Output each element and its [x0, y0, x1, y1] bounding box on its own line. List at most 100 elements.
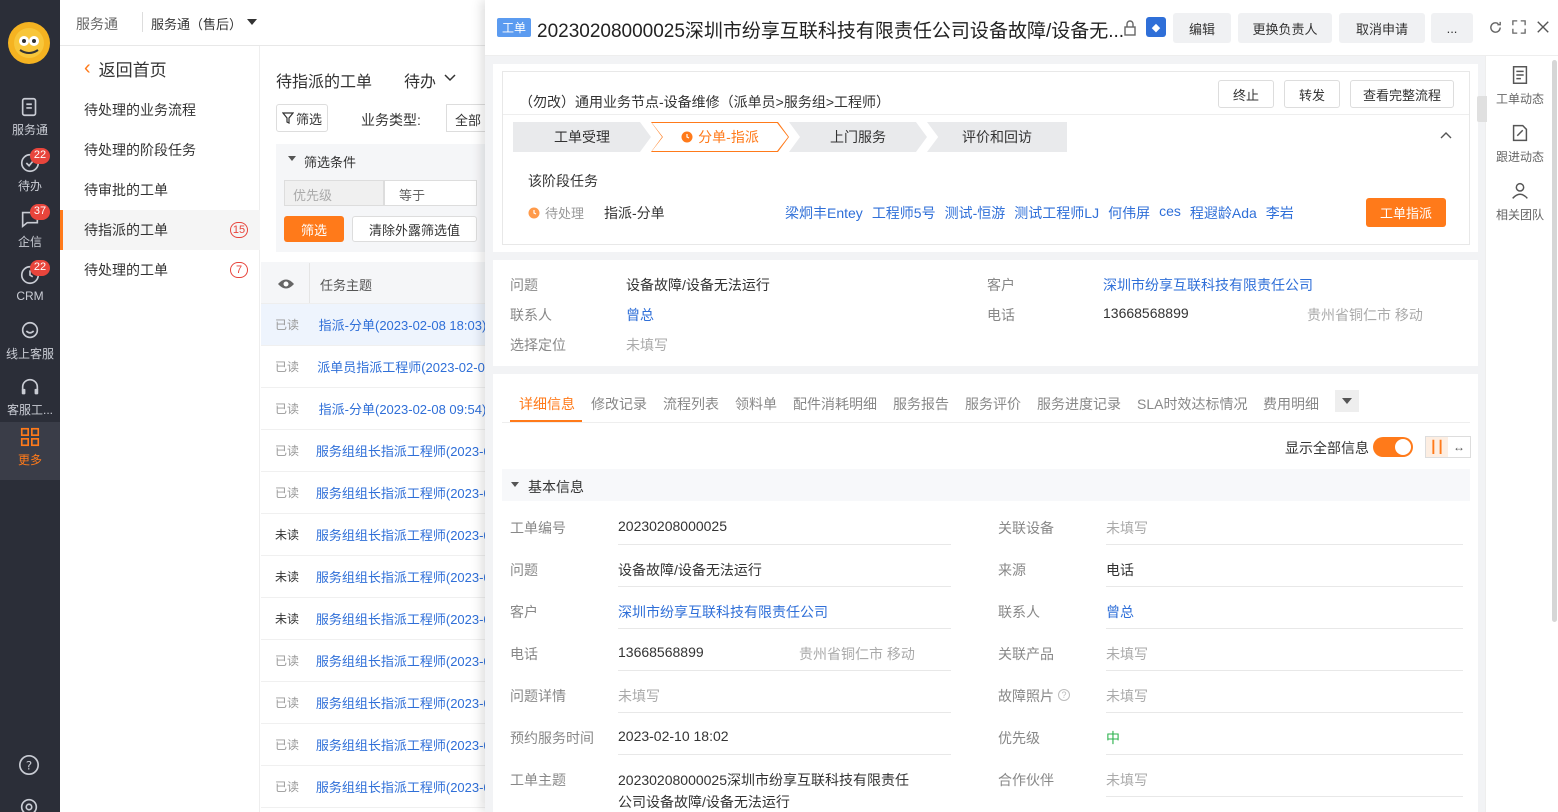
task-subject-link[interactable]: 服务组组长指派工程师(2023-02 — [316, 567, 485, 586]
assignee-link[interactable]: 梁炯丰Entey — [785, 203, 863, 223]
location-value[interactable]: 未填写 — [626, 335, 668, 355]
source-value[interactable]: 电话 — [1106, 560, 1134, 580]
filter-button[interactable]: 筛选 — [276, 104, 328, 132]
chevron-down-icon[interactable] — [444, 74, 456, 82]
nav-crm[interactable]: CRM 22 — [0, 260, 60, 316]
task-subject-link[interactable]: 指派-分单(2023-02-08 18:03) — [319, 315, 485, 334]
related-team-tool[interactable]: 相关团队 — [1485, 180, 1555, 223]
terminate-button[interactable]: 终止 — [1218, 80, 1274, 108]
nav-service[interactable]: 服务通 — [0, 92, 60, 148]
step-dispatch-active[interactable]: 分单-指派 — [651, 122, 789, 152]
task-subject-link[interactable]: 指派-分单(2023-02-08 09:54) — [319, 399, 485, 418]
device-value[interactable]: 未填写 — [1106, 518, 1148, 538]
problem-detail-value[interactable]: 未填写 — [618, 686, 660, 706]
workorder-activity-tool[interactable]: 工单动态 — [1485, 64, 1555, 107]
task-subject-link[interactable]: 服务组组长指派工程师(2023-02 — [316, 609, 485, 628]
subject-value-line1[interactable]: 20230208000025深圳市纷享互联科技有限责任 — [618, 770, 909, 790]
partner-value[interactable]: 未填写 — [1106, 770, 1148, 790]
menu-pending-approval[interactable]: 待审批的工单 — [60, 170, 260, 210]
task-subject-link[interactable]: 服务组组长指派工程师(2023-01 — [316, 735, 485, 754]
customer-link[interactable]: 深圳市纷享互联科技有限责任公司 — [618, 602, 828, 622]
edit-button[interactable]: 编辑 — [1173, 13, 1231, 43]
tag-icon[interactable]: ◆ — [1146, 17, 1166, 37]
problem-value[interactable]: 设备故障/设备无法运行 — [618, 560, 762, 580]
photo-value[interactable]: 未填写 — [1106, 686, 1148, 706]
tab-5[interactable]: 服务报告 — [893, 394, 949, 414]
task-subject-link[interactable]: 服务组组长指派工程师(2023-02 — [316, 525, 485, 544]
tab-1[interactable]: 修改记录 — [591, 394, 647, 414]
back-home-link[interactable]: ‹ 返回首页 — [84, 56, 167, 81]
expand-icon[interactable] — [1512, 20, 1526, 34]
tab-3[interactable]: 领料单 — [735, 394, 777, 414]
assignee-link[interactable]: 测试-恒游 — [945, 203, 1006, 223]
change-owner-button[interactable]: 更换负责人 — [1238, 13, 1332, 43]
lock-icon[interactable] — [1122, 20, 1138, 36]
task-subject-link[interactable]: 服务组组长指派工程师(2023-01 — [316, 693, 485, 712]
section-header[interactable]: 基本信息 — [502, 469, 1470, 501]
view-select[interactable]: 待办 — [404, 68, 436, 92]
assignee-link[interactable]: 程遐龄Ada — [1190, 203, 1257, 223]
nav-chat[interactable]: 企信 37 — [0, 204, 60, 260]
help-icon[interactable]: ? — [18, 754, 40, 776]
subject-value-line2[interactable]: 公司设备故障/设备无法运行 — [618, 792, 790, 812]
tab-4[interactable]: 配件消耗明细 — [793, 394, 877, 414]
assignee-link[interactable]: 何伟屏 — [1108, 203, 1150, 223]
task-subject-link[interactable]: 服务组组长指派工程师(2023-02 — [316, 483, 485, 502]
tab-9[interactable]: 费用明细 — [1263, 394, 1319, 414]
view-full-flow-button[interactable]: 查看完整流程 — [1350, 80, 1454, 108]
nav-online-service[interactable]: 线上客服 — [0, 316, 60, 372]
table-row[interactable]: 未读 服务组组长指派工程师(2023-02 — [261, 598, 485, 640]
phone-value[interactable]: 13668568899 — [1103, 305, 1189, 321]
operator-select[interactable]: 等于 — [384, 180, 477, 206]
table-row[interactable]: 已读 服务组组长指派工程师(2023-01 — [261, 724, 485, 766]
apply-filter-button[interactable]: 筛选 — [284, 216, 344, 242]
app-logo[interactable] — [8, 22, 50, 64]
caret-down-icon[interactable] — [288, 156, 296, 161]
task-subject-link[interactable]: 服务组组长指派工程师(2023-01 — [316, 777, 485, 796]
assign-workorder-button[interactable]: 工单指派 — [1366, 198, 1446, 227]
close-icon[interactable] — [1536, 20, 1550, 34]
tab-0[interactable]: 详细信息 — [519, 394, 575, 414]
nav-cs-workbench[interactable]: 客服工... — [0, 372, 60, 428]
contact-link[interactable]: 曾总 — [1106, 602, 1134, 622]
menu-pending-workorder[interactable]: 待处理的工单 7 — [60, 250, 260, 290]
refresh-icon[interactable] — [1488, 20, 1503, 35]
help-icon[interactable]: ? — [1058, 689, 1070, 701]
table-row[interactable]: 未读 服务组组长指派工程师(2023-02 — [261, 514, 485, 556]
show-all-toggle[interactable] — [1373, 437, 1413, 457]
column-layout-icon[interactable]: ┃┃ — [1426, 437, 1448, 457]
tab-8[interactable]: SLA时效达标情况 — [1137, 394, 1247, 414]
forward-button[interactable]: 转发 — [1284, 80, 1340, 108]
table-row[interactable]: 已读 指派-分单(2023-02-08 18:03) — [261, 304, 485, 346]
tabs-more-dropdown[interactable] — [1335, 390, 1359, 412]
settings-icon[interactable] — [18, 796, 40, 812]
chevron-up-icon[interactable] — [1440, 132, 1452, 142]
phone-value[interactable]: 13668568899 — [618, 644, 704, 660]
tab-6[interactable]: 服务评价 — [965, 394, 1021, 414]
width-layout-icon[interactable]: ↔ — [1448, 437, 1470, 457]
field-select[interactable]: 优先级 — [284, 180, 384, 206]
layout-switch[interactable]: ┃┃ ↔ — [1425, 436, 1471, 458]
assignee-link[interactable]: 工程师5号 — [872, 203, 936, 223]
task-subject-link[interactable]: 服务组组长指派工程师(2023-02 — [316, 651, 485, 670]
table-row[interactable]: 已读 指派-分单(2023-02-08 09:54) — [261, 388, 485, 430]
table-row[interactable]: 已读 派单员指派工程师(2023-02-08 — [261, 346, 485, 388]
tab-2[interactable]: 流程列表 — [663, 394, 719, 414]
table-row[interactable]: 已读 服务组组长指派工程师(2023-02 — [261, 430, 485, 472]
eye-icon[interactable] — [277, 278, 295, 290]
priority-value[interactable]: 中 — [1106, 728, 1120, 748]
table-row[interactable]: 已读 服务组组长指派工程师(2023-02 — [261, 640, 485, 682]
task-subject-link[interactable]: 派单员指派工程师(2023-02-08 — [317, 357, 485, 376]
followup-activity-tool[interactable]: 跟进动态 — [1485, 122, 1555, 165]
table-row[interactable]: 已读 服务组组长指派工程师(2023-02 — [261, 472, 485, 514]
assignee-link[interactable]: 测试工程师LJ — [1014, 203, 1099, 223]
assignee-link[interactable]: 李岩 — [1266, 203, 1294, 223]
step-review[interactable]: 评价和回访 — [927, 122, 1067, 152]
scope-select[interactable]: 服务通（售后） — [151, 14, 242, 33]
caret-down-icon[interactable] — [247, 19, 257, 25]
step-accept[interactable]: 工单受理 — [513, 122, 651, 152]
step-onsite-service[interactable]: 上门服务 — [789, 122, 927, 152]
cancel-request-button[interactable]: 取消申请 — [1339, 13, 1425, 43]
tab-7[interactable]: 服务进度记录 — [1037, 394, 1121, 414]
assignee-link[interactable]: ces — [1159, 203, 1181, 223]
